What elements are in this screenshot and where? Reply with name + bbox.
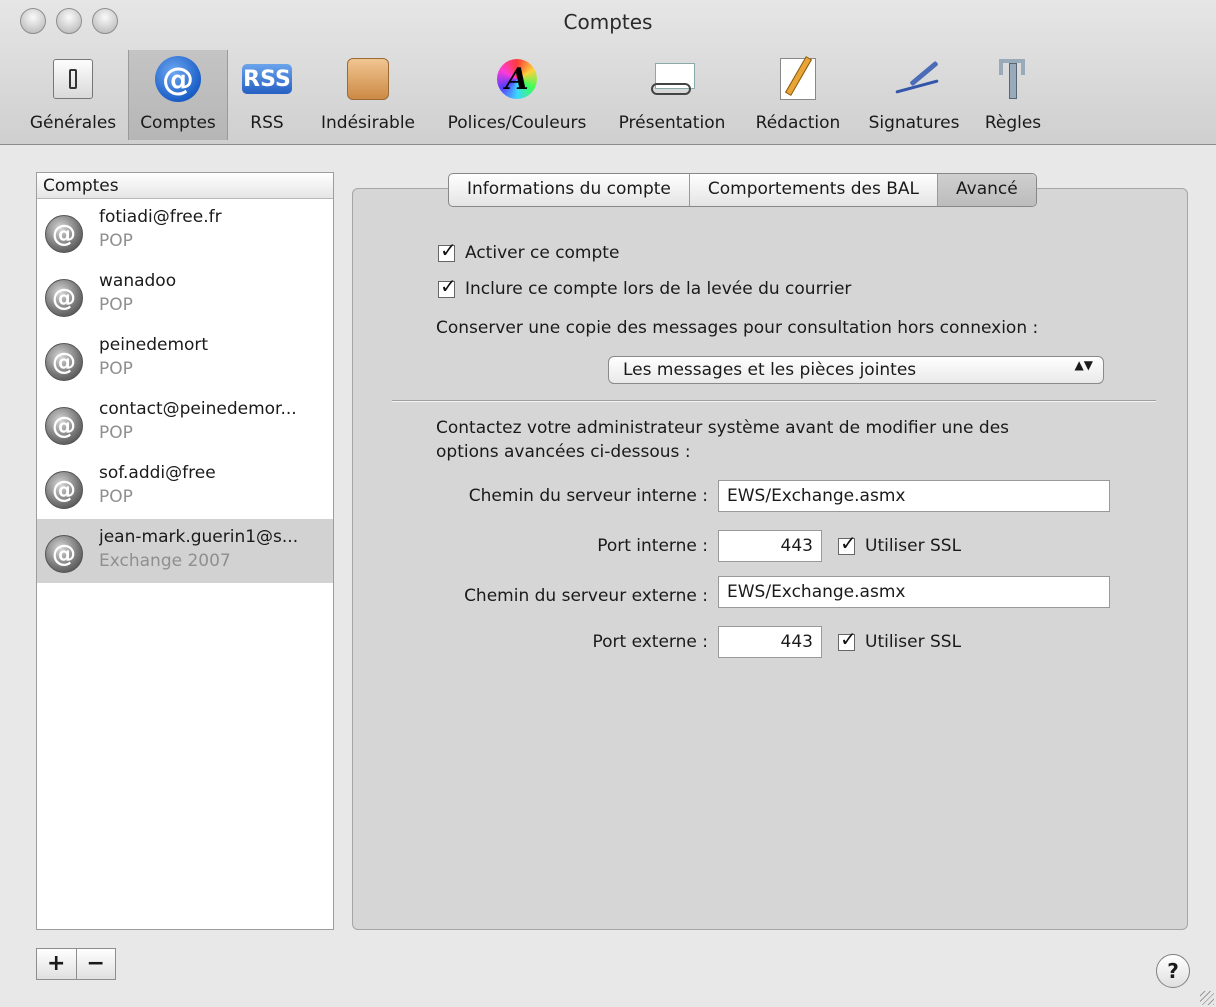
checkmark-icon: ✓ xyxy=(440,237,457,262)
checkmark-icon: ✓ xyxy=(840,530,857,555)
help-button[interactable]: ? xyxy=(1156,954,1190,988)
accounts-list-header: Comptes xyxy=(37,173,333,199)
offline-copy-label: Conserver une copie des messages pour co… xyxy=(436,318,1039,338)
toolbar-item-indesirable[interactable]: Indésirable xyxy=(312,50,424,140)
account-name: contact@peinedemor... xyxy=(99,399,297,419)
tab-bar: Informations du compte Comportements des… xyxy=(448,173,1037,207)
internal-path-field[interactable]: EWS/Exchange.asmx xyxy=(718,480,1110,512)
account-name: wanadoo xyxy=(99,271,177,291)
account-item[interactable]: @ contact@peinedemor... POP xyxy=(37,391,333,455)
account-name: fotiadi@free.fr xyxy=(99,207,222,227)
external-port-field[interactable]: 443 xyxy=(718,626,822,658)
internal-ssl-row: ✓ Utiliser SSL xyxy=(838,533,962,556)
tab-account-information[interactable]: Informations du compte xyxy=(449,174,689,206)
account-type: POP xyxy=(99,423,133,443)
include-in-check-checkbox[interactable]: ✓ xyxy=(438,276,457,298)
toolbar-label: Rédaction xyxy=(755,113,841,133)
account-item[interactable]: @ peinedemort POP xyxy=(37,327,333,391)
account-type: Exchange 2007 xyxy=(99,551,231,571)
toolbar-item-redaction[interactable]: Rédaction xyxy=(746,50,850,140)
toolbar-item-rss[interactable]: RSS RSS xyxy=(234,50,300,140)
internal-port-field[interactable]: 443 xyxy=(718,530,822,562)
viewing-glasses-icon xyxy=(647,63,697,95)
rules-icon xyxy=(991,57,1035,101)
include-in-check-label: Inclure ce compte lors de la levée du co… xyxy=(465,279,852,299)
checkmark-icon: ✓ xyxy=(440,273,457,298)
toolbar-label: Polices/Couleurs xyxy=(447,113,587,133)
external-path-label: Chemin du serveur externe : xyxy=(464,586,708,606)
internal-path-label: Chemin du serveur interne : xyxy=(468,486,708,506)
enable-account-checkbox[interactable]: ✓ xyxy=(438,240,457,262)
checkmark-icon: ✓ xyxy=(840,626,857,651)
toolbar-label: RSS xyxy=(250,113,284,133)
junk-mail-icon xyxy=(347,58,389,100)
account-item[interactable]: @ sof.addi@free POP xyxy=(37,455,333,519)
account-name: sof.addi@free xyxy=(99,463,216,483)
section-divider xyxy=(392,400,1156,402)
account-at-icon: @ xyxy=(45,535,83,573)
account-type: POP xyxy=(99,295,133,315)
account-at-icon: @ xyxy=(45,343,83,381)
toolbar-label: Règles xyxy=(984,113,1042,133)
internal-port-label: Port interne : xyxy=(597,536,708,556)
toolbar-item-presentation[interactable]: Présentation xyxy=(610,50,734,140)
accounts-list[interactable]: Comptes @ fotiadi@free.fr POP @ wanadoo … xyxy=(36,172,334,930)
internal-ssl-checkbox[interactable]: ✓ xyxy=(838,533,857,555)
toolbar-label: Indésirable xyxy=(321,113,415,133)
select-arrows-icon: ▲▼ xyxy=(1074,358,1093,372)
external-port-label: Port externe : xyxy=(592,632,708,652)
rss-icon: RSS xyxy=(242,64,292,94)
account-type: POP xyxy=(99,359,133,379)
external-ssl-label: Utiliser SSL xyxy=(865,632,962,652)
offline-copy-value: Les messages et les pièces jointes xyxy=(623,360,917,380)
enable-account-label: Activer ce compte xyxy=(465,243,620,263)
enable-account-row: ✓ Activer ce compte xyxy=(438,240,620,263)
toolbar-item-regles[interactable]: Règles xyxy=(978,50,1048,140)
account-at-icon: @ xyxy=(45,471,83,509)
account-at-icon: @ xyxy=(45,407,83,445)
fonts-colors-icon: A xyxy=(497,59,537,99)
account-name: jean-mark.guerin1@s... xyxy=(99,527,299,547)
external-path-field[interactable]: EWS/Exchange.asmx xyxy=(718,576,1110,608)
toolbar-label: Comptes xyxy=(140,113,216,133)
account-name: peinedemort xyxy=(99,335,209,355)
toolbar-item-polices-couleurs[interactable]: A Polices/Couleurs xyxy=(434,50,600,140)
account-list-buttons: + − xyxy=(36,948,116,980)
external-ssl-checkbox[interactable]: ✓ xyxy=(838,629,857,651)
window-title: Comptes xyxy=(563,10,653,34)
external-ssl-row: ✓ Utiliser SSL xyxy=(838,629,962,652)
account-item[interactable]: @ wanadoo POP xyxy=(37,263,333,327)
toolbar-label: Signatures xyxy=(868,113,960,133)
account-type: POP xyxy=(99,487,133,507)
account-at-icon: @ xyxy=(45,279,83,317)
composing-pencil-icon xyxy=(780,58,816,100)
signature-pen-icon xyxy=(889,59,939,99)
toolbar-label: Générales xyxy=(29,113,117,133)
remove-account-button[interactable]: − xyxy=(75,949,116,979)
general-switch-icon xyxy=(53,59,93,99)
toolbar-label: Présentation xyxy=(618,113,726,133)
account-item[interactable]: @ fotiadi@free.fr POP xyxy=(37,199,333,263)
window-toolbar: Comptes Générales @ Comptes RSS RSS Indé… xyxy=(0,0,1216,145)
offline-copy-select[interactable]: Les messages et les pièces jointes ▲▼ xyxy=(608,356,1104,384)
account-type: POP xyxy=(99,231,133,251)
toolbar-item-generales[interactable]: Générales xyxy=(20,50,126,140)
admin-note-line1: Contactez votre administrateur système a… xyxy=(436,418,1010,438)
toolbar-item-signatures[interactable]: Signatures xyxy=(858,50,970,140)
tab-advanced[interactable]: Avancé xyxy=(937,174,1036,206)
add-account-button[interactable]: + xyxy=(37,949,76,979)
account-item-selected[interactable]: @ jean-mark.guerin1@s... Exchange 2007 xyxy=(37,519,333,583)
admin-note-line2: options avancées ci-dessous : xyxy=(436,442,691,462)
account-at-icon: @ xyxy=(45,215,83,253)
at-sign-icon: @ xyxy=(155,56,201,102)
tab-mailbox-behaviors[interactable]: Comportements des BAL xyxy=(688,174,937,206)
internal-ssl-label: Utiliser SSL xyxy=(865,536,962,556)
toolbar-item-comptes[interactable]: @ Comptes xyxy=(128,50,228,140)
include-in-check-row: ✓ Inclure ce compte lors de la levée du … xyxy=(438,276,852,299)
resize-grip-icon[interactable] xyxy=(1200,991,1214,1005)
